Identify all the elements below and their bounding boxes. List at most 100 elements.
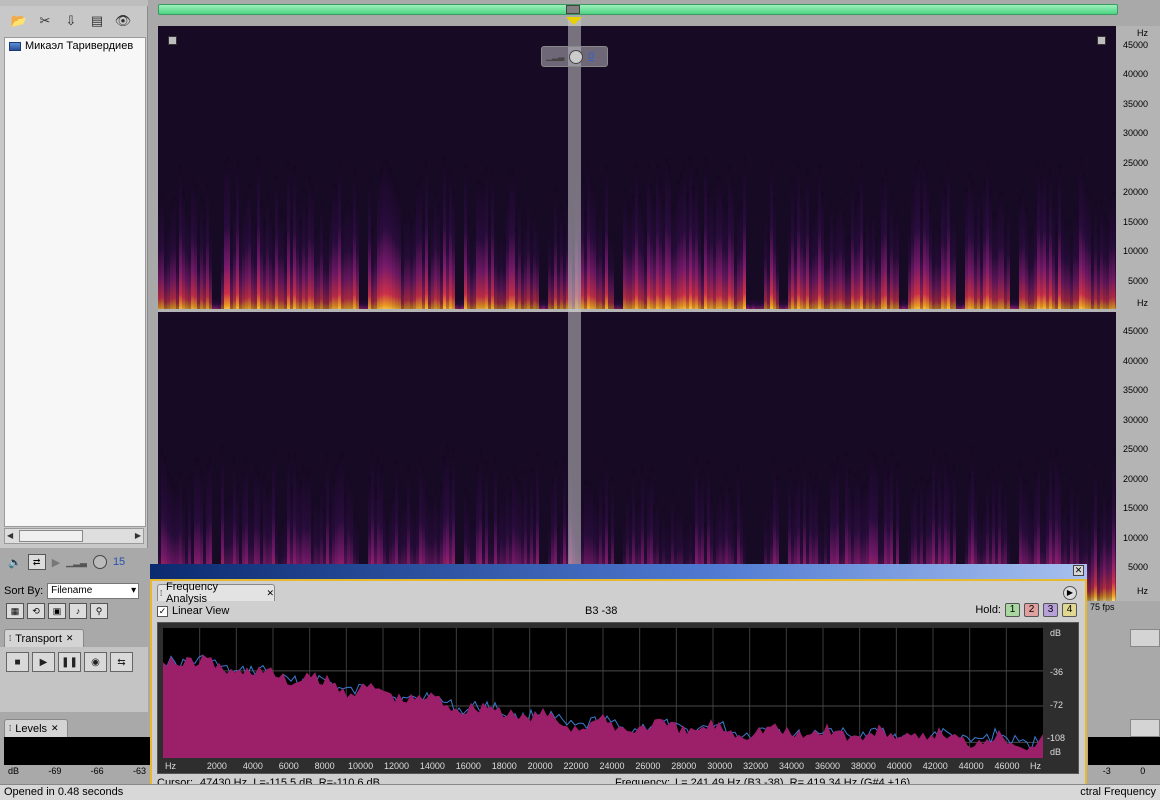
- spectrogram-column: [473, 227, 476, 312]
- spectrogram-column: [710, 184, 713, 312]
- volume-knob-icon[interactable]: [569, 49, 584, 64]
- spectrogram-column: [791, 177, 794, 312]
- linear-view-checkbox[interactable]: ✓: [157, 605, 168, 617]
- spectrogram-left: [158, 26, 1116, 312]
- spectrogram-column: [596, 217, 599, 312]
- spectrogram-column: [533, 209, 536, 312]
- hz-axis-tick-label: 2000: [206, 761, 227, 771]
- playhead-marker-icon[interactable]: [566, 17, 582, 25]
- zoom-corner-left-icon[interactable]: [168, 36, 177, 45]
- hz-axis-tick-label: 18000: [491, 761, 517, 771]
- spectrogram-column: [470, 238, 473, 312]
- file-list-item[interactable]: Микаэл Таривердиев: [5, 38, 145, 54]
- spectrogram-column: [551, 240, 554, 312]
- hz-tick-label: 5000: [1127, 276, 1148, 286]
- hold-button-1[interactable]: 1: [1005, 603, 1020, 617]
- spectrogram-column: [347, 197, 350, 312]
- hud-volume-value[interactable]: 0: [588, 51, 594, 62]
- spectrogram-column: [1112, 448, 1115, 601]
- spectrogram-column: [479, 180, 482, 312]
- file-list[interactable]: Микаэл Таривердиев: [4, 37, 146, 527]
- frequency-analysis-tab[interactable]: ⁞ Frequency Analysis ✕: [157, 581, 275, 605]
- spectrogram-column: [677, 180, 680, 312]
- scrollbar-thumb[interactable]: [19, 530, 83, 542]
- zoom-corner-right-icon[interactable]: [1097, 36, 1106, 45]
- db-axis-label: -108: [1047, 733, 1066, 743]
- spectrogram-column: [407, 209, 410, 312]
- linear-view-option[interactable]: ✓ Linear View: [157, 605, 229, 617]
- preview-volume-value[interactable]: 15: [113, 556, 125, 568]
- close-icon[interactable]: ✕: [266, 588, 274, 599]
- play-preview-icon[interactable]: ▶: [52, 556, 60, 569]
- overview-position-handle[interactable]: [566, 5, 580, 14]
- spectrogram-column: [992, 211, 995, 312]
- spectrogram-column: [1019, 195, 1022, 312]
- insert-into-multitrack-icon[interactable]: ⇩: [62, 13, 80, 29]
- spectrogram-column: [998, 192, 1001, 312]
- db-axis-label: dB: [1050, 747, 1062, 757]
- hz-axis-tick-label: 6000: [278, 761, 299, 771]
- spectrogram-column: [230, 230, 233, 312]
- show-audio-icon[interactable]: ▦: [6, 603, 24, 619]
- scroll-right-icon[interactable]: ▶: [135, 531, 141, 540]
- frequency-analysis-titlebar[interactable]: ✕: [150, 564, 1087, 579]
- volume-knob-icon[interactable]: [92, 555, 107, 569]
- pause-button[interactable]: ❚❚: [58, 652, 81, 672]
- spectrogram-column: [1094, 462, 1097, 601]
- hold-label: Hold:: [975, 604, 1001, 616]
- spectrogram-column: [923, 159, 926, 312]
- playhead-cursor[interactable]: [568, 18, 581, 601]
- transport-tab[interactable]: ⁞ Transport ✕: [4, 629, 84, 647]
- close-icon[interactable]: ✕: [51, 723, 59, 734]
- edit-file-icon[interactable]: ▤: [88, 13, 106, 29]
- hold-button-2[interactable]: 2: [1024, 603, 1039, 617]
- file-list-scrollbar[interactable]: ◀ ▶: [4, 528, 144, 544]
- spectrogram-column: [422, 217, 425, 312]
- loop-button[interactable]: ⇆: [110, 652, 133, 672]
- play-button[interactable]: ▶: [32, 652, 55, 672]
- loop-preview-button[interactable]: ⇄: [27, 554, 46, 570]
- levels-tab[interactable]: ⁞ Levels ✕: [4, 719, 68, 737]
- filter-icon[interactable]: ⚲: [90, 603, 108, 619]
- spectrogram-column: [1049, 166, 1052, 312]
- hz-axis-tick-label: 38000: [850, 761, 876, 771]
- scroll-left-icon[interactable]: ◀: [7, 531, 13, 540]
- close-file-icon[interactable]: ✂: [36, 13, 54, 29]
- spectrogram-column: [1088, 194, 1091, 312]
- spectrogram-column: [521, 236, 524, 312]
- spectrogram-column: [248, 182, 251, 312]
- close-icon[interactable]: ✕: [1073, 565, 1084, 576]
- spectrogram-column: [797, 162, 800, 312]
- preview-options-icon[interactable]: 👁: [114, 13, 132, 29]
- overview-zoom-bar[interactable]: [158, 4, 1118, 15]
- spectrogram-column: [911, 186, 914, 312]
- spectral-frequency-display[interactable]: [158, 26, 1116, 601]
- channel-divider: [158, 309, 1116, 312]
- hz-tick-label: 15000: [1122, 217, 1148, 227]
- spectrogram-column: [938, 229, 941, 312]
- show-midi-icon[interactable]: ♪: [69, 603, 87, 619]
- show-loops-icon[interactable]: ⟲: [27, 603, 45, 619]
- levels-scale-label: -63: [132, 766, 146, 776]
- volume-hud[interactable]: ▁▂▃ 0: [541, 46, 608, 67]
- open-file-icon[interactable]: 📂: [10, 13, 28, 29]
- spectrogram-column: [995, 211, 998, 312]
- frequency-graph[interactable]: [162, 628, 1044, 759]
- show-video-icon[interactable]: ▣: [48, 603, 66, 619]
- hz-axis-tick-label: 32000: [743, 761, 769, 771]
- panel-menu-icon[interactable]: ▶: [1063, 586, 1077, 600]
- status-right-text: ctral Frequency: [1080, 786, 1156, 798]
- hz-axis-tick-label: 24000: [599, 761, 625, 771]
- hold-button-3[interactable]: 3: [1043, 603, 1058, 617]
- speaker-icon[interactable]: 🔈: [8, 556, 22, 569]
- spectrogram-column: [437, 202, 440, 312]
- play-from-cursor-button[interactable]: ◉: [84, 652, 107, 672]
- stop-button[interactable]: ■: [6, 652, 29, 672]
- close-icon[interactable]: ✕: [66, 633, 74, 644]
- spectrogram-column: [941, 178, 944, 312]
- hold-button-4[interactable]: 4: [1062, 603, 1077, 617]
- sort-by-select[interactable]: Filename: [47, 583, 140, 599]
- spectrogram-column: [386, 160, 389, 312]
- audio-file-icon: [9, 41, 21, 51]
- spectrogram-column: [716, 176, 719, 312]
